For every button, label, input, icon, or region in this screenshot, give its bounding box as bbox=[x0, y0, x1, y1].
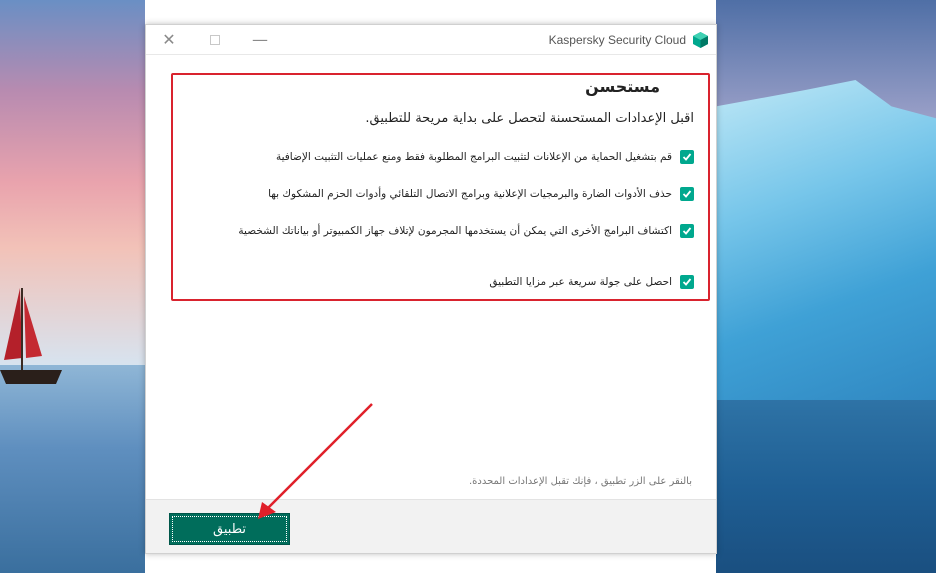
kaspersky-logo-icon bbox=[693, 32, 708, 48]
apply-button[interactable]: تطبيق bbox=[169, 513, 290, 545]
dialog-footer: تطبيق bbox=[146, 499, 716, 553]
option-label: احصل على جولة سريعة عبر مزايا التطبيق bbox=[489, 276, 672, 288]
checkbox-checked-icon[interactable] bbox=[680, 275, 694, 289]
minimize-icon[interactable]: — bbox=[249, 30, 271, 50]
page-subtitle: اقبل الإعدادات المستحسنة لتحصل على بداية… bbox=[365, 111, 694, 126]
maximize-icon[interactable] bbox=[204, 30, 226, 50]
close-icon[interactable]: ✕ bbox=[158, 30, 180, 50]
title-bar[interactable]: ✕ — Kaspersky Security Cloud bbox=[146, 25, 716, 55]
window-title: Kaspersky Security Cloud bbox=[548, 33, 686, 47]
page-title: مستحسن bbox=[585, 77, 660, 96]
option-ad-protection[interactable]: قم بتشغيل الحماية من الإعلانات لتثبيت ال… bbox=[276, 148, 694, 166]
acceptance-note: بالنقر على الزر تطبيق ، فإنك تقبل الإعدا… bbox=[468, 476, 692, 487]
option-label: اكتشاف البرامج الأخرى التي يمكن أن يستخد… bbox=[238, 225, 672, 237]
checkbox-checked-icon[interactable] bbox=[680, 187, 694, 201]
kaspersky-window: ✕ — Kaspersky Security Cloud مستحسن اقبل… bbox=[145, 24, 717, 554]
wallpaper-sea-right bbox=[716, 400, 936, 573]
iceberg-image bbox=[716, 80, 936, 410]
dialog-content: مستحسن اقبل الإعدادات المستحسنة لتحصل عل… bbox=[146, 56, 716, 499]
option-remove-adware[interactable]: حذف الأدوات الضارة والبرمجيات الإعلانية … bbox=[268, 185, 694, 203]
option-label: قم بتشغيل الحماية من الإعلانات لتثبيت ال… bbox=[275, 151, 672, 163]
option-detect-other[interactable]: اكتشاف البرامج الأخرى التي يمكن أن يستخد… bbox=[238, 222, 694, 240]
wallpaper-sea-left bbox=[0, 365, 145, 573]
checkbox-checked-icon[interactable] bbox=[680, 224, 694, 238]
option-label: حذف الأدوات الضارة والبرمجيات الإعلانية … bbox=[268, 188, 672, 200]
option-quick-tour[interactable]: احصل على جولة سريعة عبر مزايا التطبيق bbox=[489, 273, 694, 291]
checkbox-checked-icon[interactable] bbox=[680, 150, 694, 164]
sailboat-image bbox=[0, 288, 62, 384]
